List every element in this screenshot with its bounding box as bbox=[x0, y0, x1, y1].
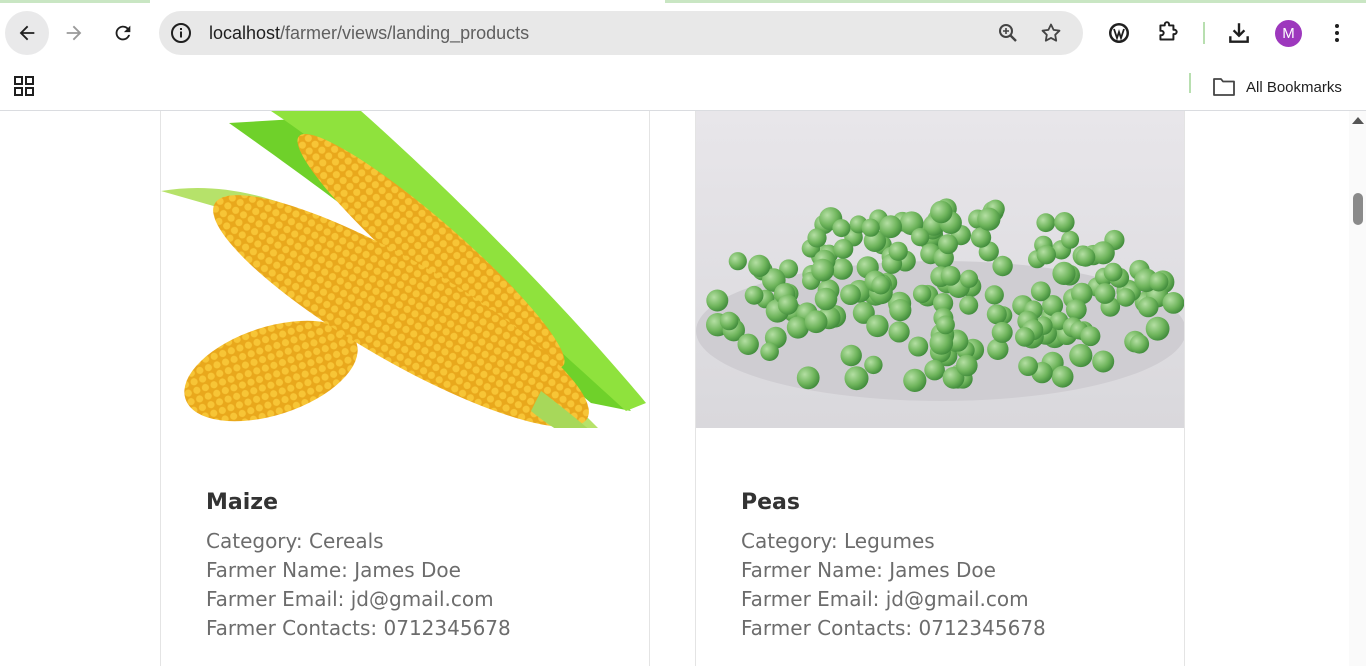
farmer-name: Farmer Name: James Doe bbox=[741, 558, 996, 582]
farmer-email: Farmer Email: jd@gmail.com bbox=[206, 587, 494, 611]
back-button[interactable] bbox=[5, 11, 49, 55]
product-details: Maize Category: Cereals Farmer Name: Jam… bbox=[206, 489, 511, 643]
download-icon bbox=[1229, 23, 1249, 43]
bookmarks-bar: All Bookmarks bbox=[0, 66, 1366, 111]
page-scrollbar[interactable] bbox=[1349, 111, 1366, 666]
maize-image bbox=[161, 111, 649, 428]
product-category: Category: Legumes bbox=[741, 529, 935, 553]
wordpress-extension-icon bbox=[1109, 23, 1129, 43]
reload-icon bbox=[115, 25, 131, 41]
scroll-up-arrow-icon[interactable] bbox=[1352, 117, 1364, 124]
reload-button[interactable] bbox=[101, 11, 145, 55]
farmer-contacts: Farmer Contacts: 0712345678 bbox=[741, 616, 1046, 640]
zoom-icon[interactable] bbox=[996, 21, 1020, 45]
maize-cobs-illustration bbox=[161, 111, 646, 428]
url-host: localhost bbox=[209, 23, 281, 43]
tab-accent bbox=[665, 0, 1366, 3]
farmer-name: Farmer Name: James Doe bbox=[206, 558, 461, 582]
tab-accent bbox=[0, 0, 150, 3]
kebab-menu-icon bbox=[1335, 24, 1339, 42]
extensions-button[interactable] bbox=[1154, 19, 1182, 47]
product-name: Maize bbox=[206, 490, 279, 515]
arrow-right-icon bbox=[66, 25, 82, 41]
puzzle-icon bbox=[1159, 21, 1178, 41]
apps-grid-icon[interactable] bbox=[12, 74, 36, 98]
forward-button[interactable] bbox=[52, 11, 96, 55]
browser-menu-button[interactable] bbox=[1323, 19, 1351, 47]
product-card[interactable]: Peas Category: Legumes Farmer Name: Jame… bbox=[695, 111, 1185, 666]
downloads-button[interactable] bbox=[1225, 19, 1253, 47]
all-bookmarks-button[interactable]: All Bookmarks bbox=[1212, 72, 1342, 102]
all-bookmarks-label: All Bookmarks bbox=[1246, 78, 1342, 96]
toolbar-separator bbox=[1203, 22, 1205, 44]
product-details: Peas Category: Legumes Farmer Name: Jame… bbox=[741, 489, 1046, 643]
extension-button[interactable] bbox=[1105, 19, 1133, 47]
folder-icon bbox=[1213, 78, 1235, 96]
product-category: Category: Cereals bbox=[206, 529, 384, 553]
farmer-contacts: Farmer Contacts: 0712345678 bbox=[206, 616, 511, 640]
url-text[interactable]: localhost/farmer/views/landing_products bbox=[209, 23, 529, 43]
arrow-left-icon bbox=[19, 25, 35, 41]
farmer-email: Farmer Email: jd@gmail.com bbox=[741, 587, 1029, 611]
peas-image bbox=[696, 111, 1184, 428]
page-viewport: Maize Category: Cereals Farmer Name: Jam… bbox=[0, 111, 1349, 666]
product-card[interactable]: Maize Category: Cereals Farmer Name: Jam… bbox=[160, 111, 650, 666]
bookmarks-separator bbox=[1189, 73, 1191, 93]
site-info-icon[interactable] bbox=[169, 21, 193, 45]
browser-toolbar: localhost/farmer/views/landing_products … bbox=[0, 0, 1366, 66]
address-bar[interactable]: localhost/farmer/views/landing_products bbox=[159, 11, 1083, 55]
bookmark-star-icon[interactable] bbox=[1039, 21, 1063, 45]
product-name: Peas bbox=[741, 490, 800, 515]
scroll-thumb[interactable] bbox=[1353, 193, 1363, 225]
profile-avatar[interactable]: M bbox=[1275, 20, 1302, 47]
url-path: /farmer/views/landing_products bbox=[280, 23, 530, 43]
green-peas-illustration bbox=[696, 111, 1184, 428]
